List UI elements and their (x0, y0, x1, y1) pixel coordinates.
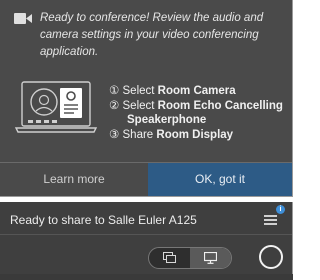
display-share-icon (204, 252, 217, 264)
step-2: ② Select Room Echo Cancelling (109, 99, 289, 114)
bar-divider (0, 234, 292, 235)
conference-tooltip: Ready to conference! Review the audio an… (0, 0, 293, 197)
app-stage: Ready to conference! Review the audio an… (0, 0, 295, 280)
step-1-prefix: ① Select (109, 85, 158, 97)
step-2-target-cont: Speakerphone (127, 114, 207, 126)
sharing-bar: Ready to share to Salle Euler A125 i (0, 202, 293, 280)
step-1-target: Room Camera (157, 85, 236, 97)
menu-line (264, 223, 277, 225)
menu-line (264, 219, 277, 221)
circle-icon[interactable] (259, 245, 283, 269)
window-share-button[interactable] (149, 248, 190, 268)
window-share-icon (163, 252, 176, 263)
status-text: Ready to share to Salle Euler A125 (10, 213, 197, 227)
setup-steps: ① Select Room Camera ② Select Room Echo … (109, 84, 289, 142)
display-share-button[interactable] (190, 248, 231, 268)
learn-more-button[interactable]: Learn more (0, 163, 148, 196)
step-3-target: Room Display (156, 128, 234, 141)
step-2-prefix: ② Select (109, 99, 158, 112)
video-camera-icon (14, 13, 32, 24)
step-1: ① Select Room Camera (109, 84, 289, 99)
step-2-continuation: Speakerphone (109, 113, 289, 128)
notification-badge: i (276, 205, 285, 214)
laptop-settings-icon (14, 81, 98, 133)
tooltip-message: Ready to conference! Review the audio an… (40, 12, 264, 58)
menu-line (264, 215, 277, 217)
notification-badge-text: i (279, 206, 282, 213)
step-2-target: Room Echo Cancelling (157, 99, 283, 112)
step-3-prefix: ③ Share (109, 128, 157, 141)
step-3: ③ Share Room Display (109, 128, 289, 143)
taskbar-strip (0, 274, 293, 280)
ok-got-it-button[interactable]: OK, got it (148, 163, 292, 196)
share-mode-toggle (148, 247, 232, 269)
